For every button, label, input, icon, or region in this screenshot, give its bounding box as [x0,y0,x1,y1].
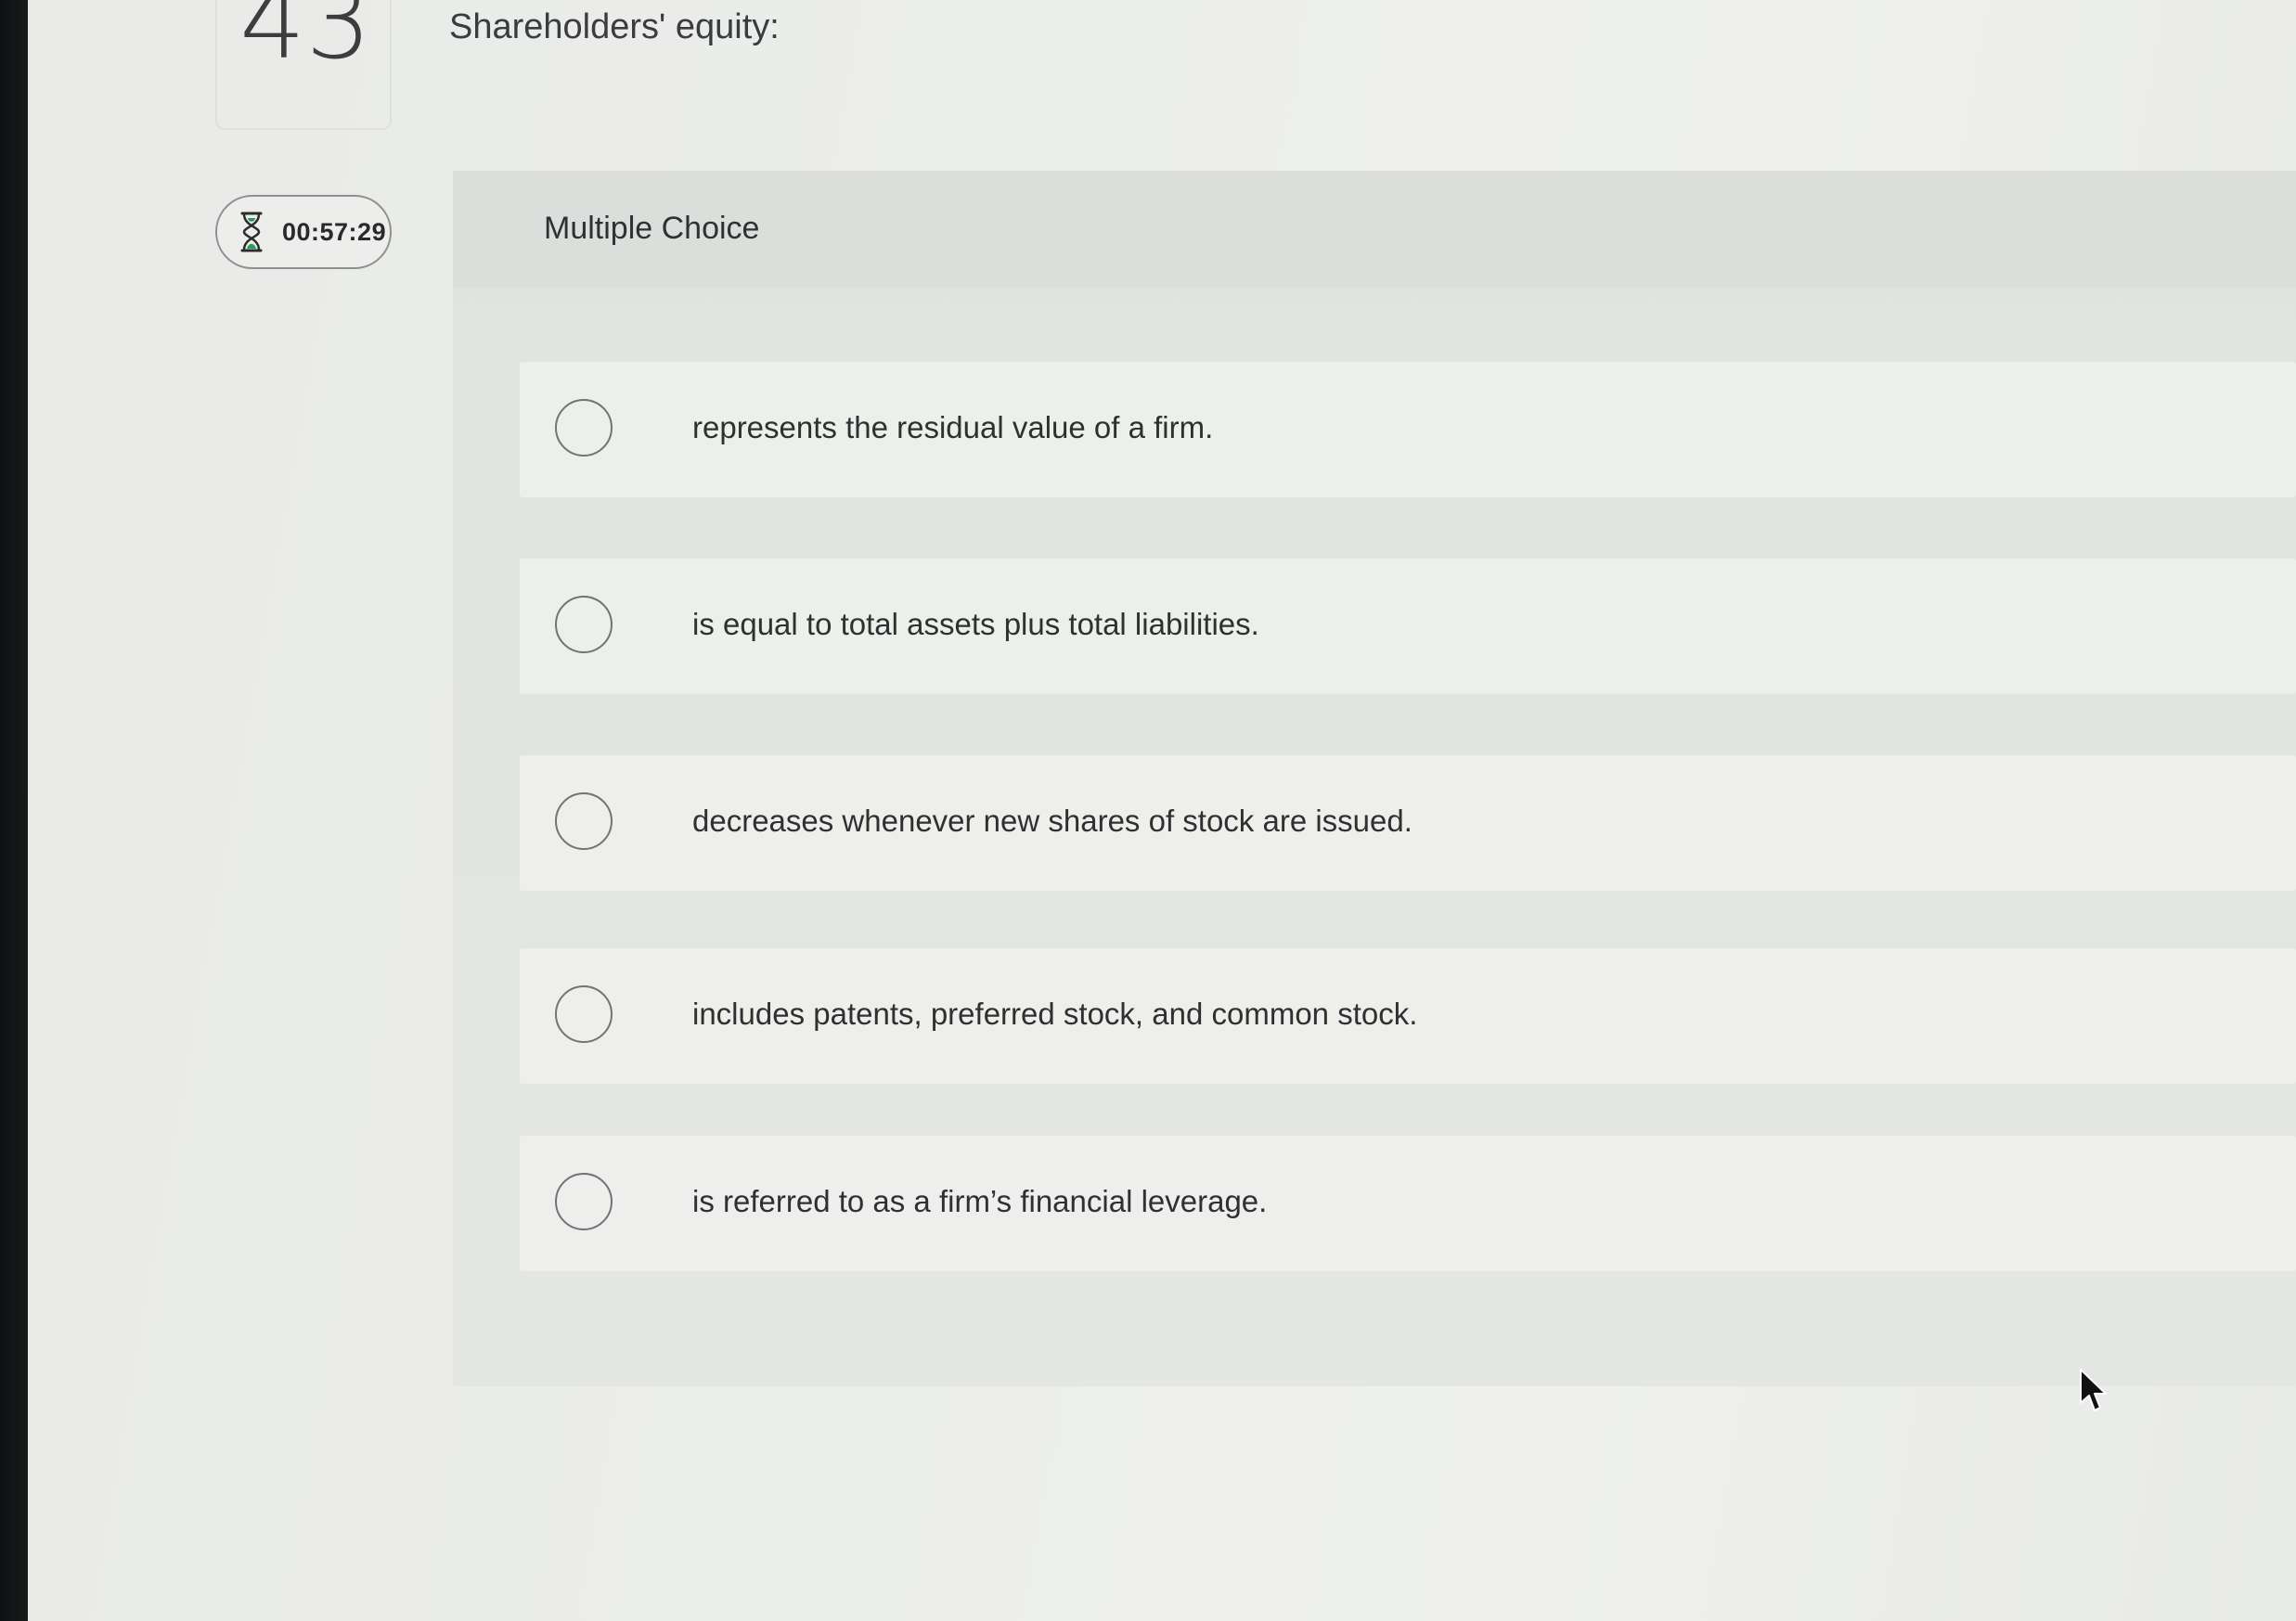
radio-button[interactable] [555,985,613,1043]
timer-text: 00:57:29 [282,217,387,246]
mouse-pointer-icon [2079,1368,2109,1414]
answer-option-label: includes patents, preferred stock, and c… [692,997,1418,1031]
question-stem: Shareholders' equity: [449,7,780,46]
radio-button[interactable] [555,1173,613,1230]
answer-option[interactable]: is equal to total assets plus total liab… [520,559,2296,694]
timer-badge[interactable]: 00:57:29 [215,195,392,269]
answer-option-label: represents the residual value of a firm. [692,410,1214,444]
answer-panel: Multiple Choice represents the residual … [453,171,2296,1386]
question-number: 43 [239,0,372,83]
answer-option-label: is equal to total assets plus total liab… [692,607,1259,641]
question-type-label: Multiple Choice [544,211,760,246]
answer-option[interactable]: includes patents, preferred stock, and c… [520,948,2296,1084]
radio-button[interactable] [555,596,613,653]
answer-option-label: is referred to as a firm’s financial lev… [692,1184,1268,1218]
answer-option[interactable]: represents the residual value of a firm. [520,362,2296,497]
radio-button[interactable] [555,792,613,850]
radio-button[interactable] [555,399,613,457]
hourglass-icon [238,211,265,253]
answer-option[interactable]: is referred to as a firm’s financial lev… [520,1136,2296,1271]
answer-option[interactable]: decreases whenever new shares of stock a… [520,755,2296,891]
answer-option-label: decreases whenever new shares of stock a… [692,804,1412,838]
